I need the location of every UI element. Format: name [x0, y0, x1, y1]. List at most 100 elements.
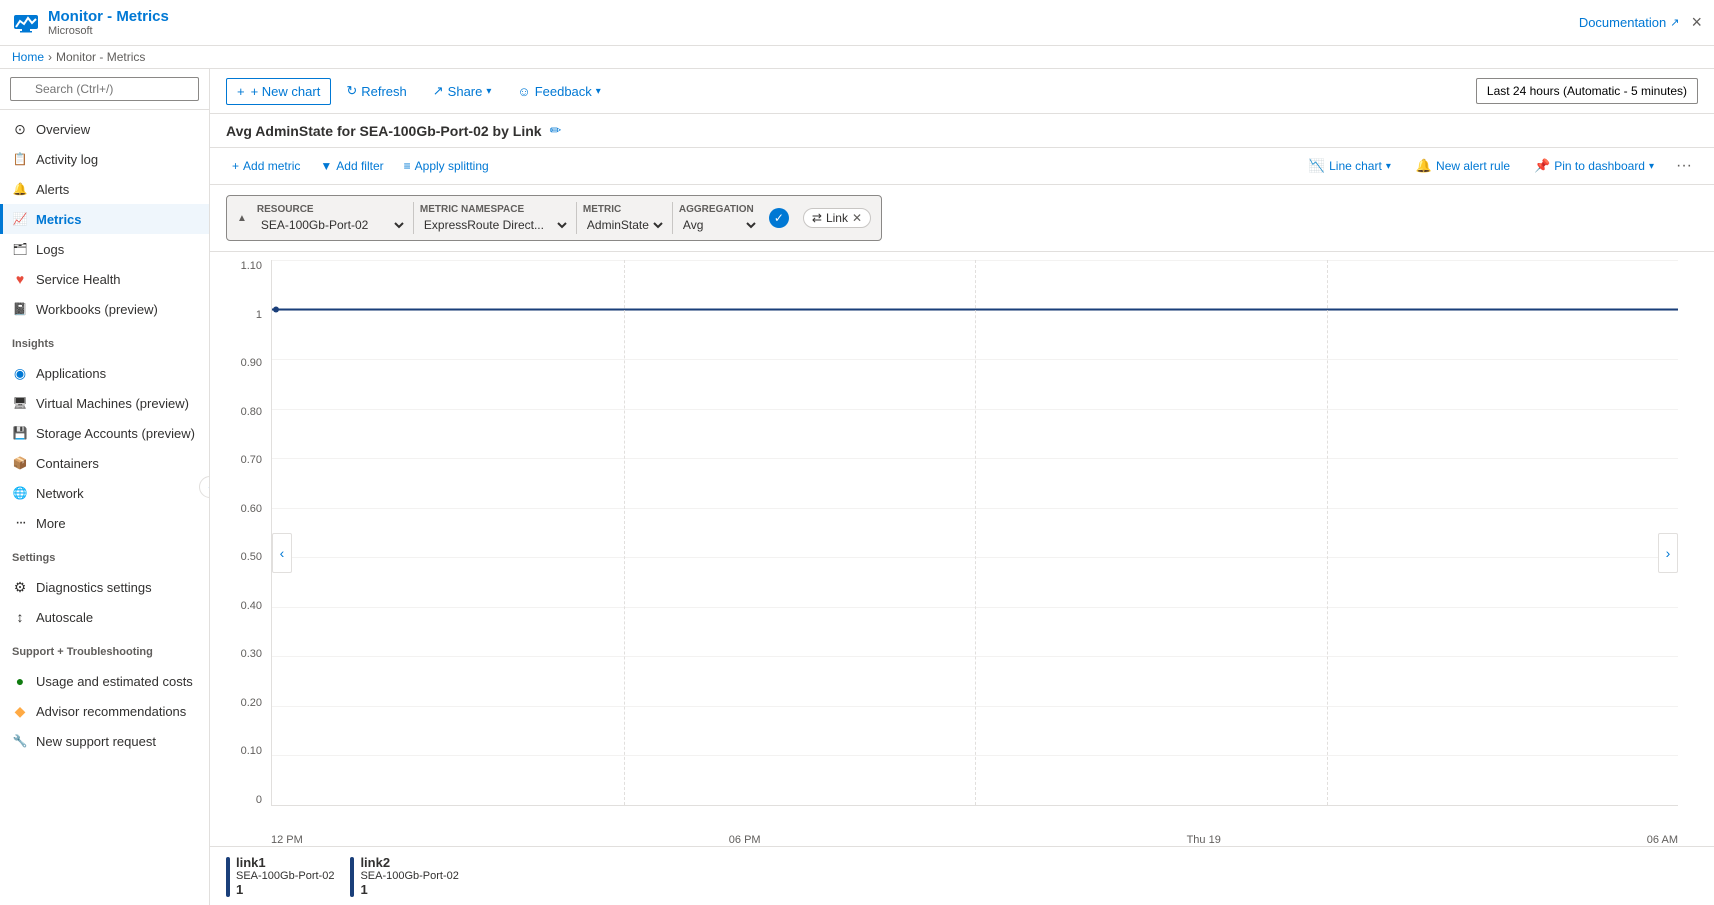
pin-to-dashboard-button[interactable]: 📌 Pin to dashboard ▾: [1526, 155, 1662, 177]
aggregation-label: AGGREGATION: [679, 204, 759, 215]
legend-value-link1: 1: [236, 882, 334, 897]
sidebar-item-autoscale[interactable]: ↕ Autoscale: [0, 602, 209, 632]
chart-plot: [271, 260, 1678, 806]
sidebar-item-containers[interactable]: 📦 Containers: [0, 448, 209, 478]
documentation-link[interactable]: Documentation ↗: [1579, 15, 1680, 30]
y-label-0.60: 0.60: [241, 503, 262, 515]
breadcrumb-current: Monitor - Metrics: [56, 50, 145, 64]
monitor-icon: [12, 9, 40, 37]
breadcrumb: Home › Monitor - Metrics: [0, 46, 1714, 69]
chart-next-button[interactable]: ›: [1658, 533, 1678, 573]
metric-collapse-icon[interactable]: ▲: [237, 213, 247, 224]
more-options-button[interactable]: ···: [1670, 155, 1698, 177]
new-alert-rule-button[interactable]: 🔔 New alert rule: [1408, 155, 1518, 177]
x-label-6pm: 06 PM: [729, 834, 761, 846]
sidebar-item-activity-log[interactable]: 📋 Activity log: [0, 144, 209, 174]
app-title: Monitor - Metrics: [48, 8, 169, 25]
add-filter-icon: ▼: [320, 159, 332, 173]
legend-name-link2: link2: [360, 855, 458, 870]
metric-row: ▲ RESOURCE SEA-100Gb-Port-02 METRIC NAME…: [226, 195, 882, 241]
close-button[interactable]: ×: [1691, 12, 1702, 33]
vm-icon: 🖥: [12, 395, 28, 411]
sidebar-search-container: [0, 69, 209, 110]
chart-title-bar: Avg AdminState for SEA-100Gb-Port-02 by …: [210, 114, 1714, 148]
support-icon: 🔧: [12, 733, 28, 749]
search-input[interactable]: [10, 77, 199, 101]
y-label-0.40: 0.40: [241, 600, 262, 612]
usage-costs-icon: ●: [12, 673, 28, 689]
more-icon: ···: [12, 515, 28, 531]
y-axis: 1.10 1 0.90 0.80 0.70 0.60 0.50 0.40 0.3…: [226, 260, 266, 806]
chart-canvas: 1.10 1 0.90 0.80 0.70 0.60 0.50 0.40 0.3…: [226, 260, 1698, 846]
top-bar: Monitor - Metrics Microsoft Documentatio…: [0, 0, 1714, 46]
edit-title-icon[interactable]: ✏: [550, 122, 562, 139]
chart-area: 1.10 1 0.90 0.80 0.70 0.60 0.50 0.40 0.3…: [210, 252, 1714, 846]
sidebar-item-overview[interactable]: ⊙ Overview: [0, 114, 209, 144]
sidebar-item-service-health[interactable]: ♥ Service Health: [0, 264, 209, 294]
aggregation-field: AGGREGATION Avg: [679, 204, 759, 233]
sidebar-item-storage-accounts[interactable]: 💾 Storage Accounts (preview): [0, 418, 209, 448]
namespace-select[interactable]: ExpressRoute Direct...: [420, 217, 570, 233]
sidebar-item-logs[interactable]: 🗂 Logs: [0, 234, 209, 264]
support-nav: ● Usage and estimated costs ◆ Advisor re…: [0, 662, 209, 760]
aggregation-select[interactable]: Avg: [679, 217, 759, 233]
diagnostics-icon: ⚙: [12, 579, 28, 595]
apply-splitting-button[interactable]: ≡ Apply splitting: [398, 156, 495, 176]
applications-icon: ◉: [12, 365, 28, 381]
x-label-12pm: 12 PM: [271, 834, 303, 846]
settings-nav: ⚙ Diagnostics settings ↕ Autoscale: [0, 568, 209, 636]
add-metric-button[interactable]: + Add metric: [226, 156, 306, 176]
containers-icon: 📦: [12, 455, 28, 471]
y-label-1: 1: [256, 309, 262, 321]
new-chart-button[interactable]: + + New chart: [226, 78, 331, 105]
main-toolbar: + + New chart ↻ Refresh ↗ Share ▾ ☺ Feed…: [210, 69, 1714, 114]
share-button[interactable]: ↗ Share ▾: [422, 77, 503, 105]
chart-legend: link1 SEA-100Gb-Port-02 1 link2 SEA-100G…: [210, 846, 1714, 905]
link-filter-tag: ⇄ Link ✕: [803, 208, 871, 228]
sidebar-item-applications[interactable]: ◉ Applications: [0, 358, 209, 388]
legend-sub-link1: SEA-100Gb-Port-02: [236, 870, 334, 882]
add-filter-button[interactable]: ▼ Add filter: [314, 156, 389, 176]
splitting-icon: ≡: [404, 159, 411, 173]
sidebar-item-advisor[interactable]: ◆ Advisor recommendations: [0, 696, 209, 726]
time-range-button[interactable]: Last 24 hours (Automatic - 5 minutes): [1476, 78, 1698, 104]
storage-icon: 💾: [12, 425, 28, 441]
overview-icon: ⊙: [12, 121, 28, 137]
sidebar-item-virtual-machines[interactable]: 🖥 Virtual Machines (preview): [0, 388, 209, 418]
remove-link-tag-button[interactable]: ✕: [852, 211, 862, 225]
autoscale-icon: ↕: [12, 609, 28, 625]
breadcrumb-home[interactable]: Home: [12, 50, 44, 64]
sidebar-item-alerts[interactable]: 🔔 Alerts: [0, 174, 209, 204]
refresh-button[interactable]: ↻ Refresh: [335, 77, 417, 105]
metric-select[interactable]: AdminState: [583, 217, 666, 233]
feedback-button[interactable]: ☺ Feedback ▾: [506, 78, 611, 105]
filter-bar: + Add metric ▼ Add filter ≡ Apply splitt…: [210, 148, 1714, 185]
app-header: Monitor - Metrics Microsoft: [12, 8, 169, 37]
chart-prev-button[interactable]: ‹: [272, 533, 292, 573]
support-section-label: Support + Troubleshooting: [0, 636, 209, 662]
line-chart-button[interactable]: 📉 Line chart ▾: [1300, 154, 1400, 178]
legend-color-link2: [350, 857, 354, 897]
sidebar-item-metrics[interactable]: 📈 Metrics: [0, 204, 209, 234]
confirm-metric-button[interactable]: ✓: [769, 208, 789, 228]
y-label-0: 0: [256, 794, 262, 806]
settings-section-label: Settings: [0, 542, 209, 568]
add-metric-icon: +: [232, 159, 239, 173]
y-label-0.10: 0.10: [241, 745, 262, 757]
sidebar-item-diagnostics[interactable]: ⚙ Diagnostics settings: [0, 572, 209, 602]
network-icon: 🌐: [12, 485, 28, 501]
content-area: + + New chart ↻ Refresh ↗ Share ▾ ☺ Feed…: [210, 69, 1714, 905]
insights-nav: ◉ Applications 🖥 Virtual Machines (previ…: [0, 354, 209, 542]
sidebar-item-usage-costs[interactable]: ● Usage and estimated costs: [0, 666, 209, 696]
refresh-icon: ↻: [346, 83, 357, 99]
sidebar-item-more[interactable]: ··· More: [0, 508, 209, 538]
legend-sub-link2: SEA-100Gb-Port-02: [360, 870, 458, 882]
legend-value-link2: 1: [360, 882, 458, 897]
metric-field: METRIC AdminState: [583, 204, 666, 233]
sidebar-item-workbooks[interactable]: 📓 Workbooks (preview): [0, 294, 209, 324]
sidebar-item-network[interactable]: 🌐 Network: [0, 478, 209, 508]
metric-selector: ▲ RESOURCE SEA-100Gb-Port-02 METRIC NAME…: [210, 185, 1714, 252]
sidebar-item-new-support[interactable]: 🔧 New support request: [0, 726, 209, 756]
resource-select[interactable]: SEA-100Gb-Port-02: [257, 217, 407, 233]
resource-label: RESOURCE: [257, 204, 407, 215]
